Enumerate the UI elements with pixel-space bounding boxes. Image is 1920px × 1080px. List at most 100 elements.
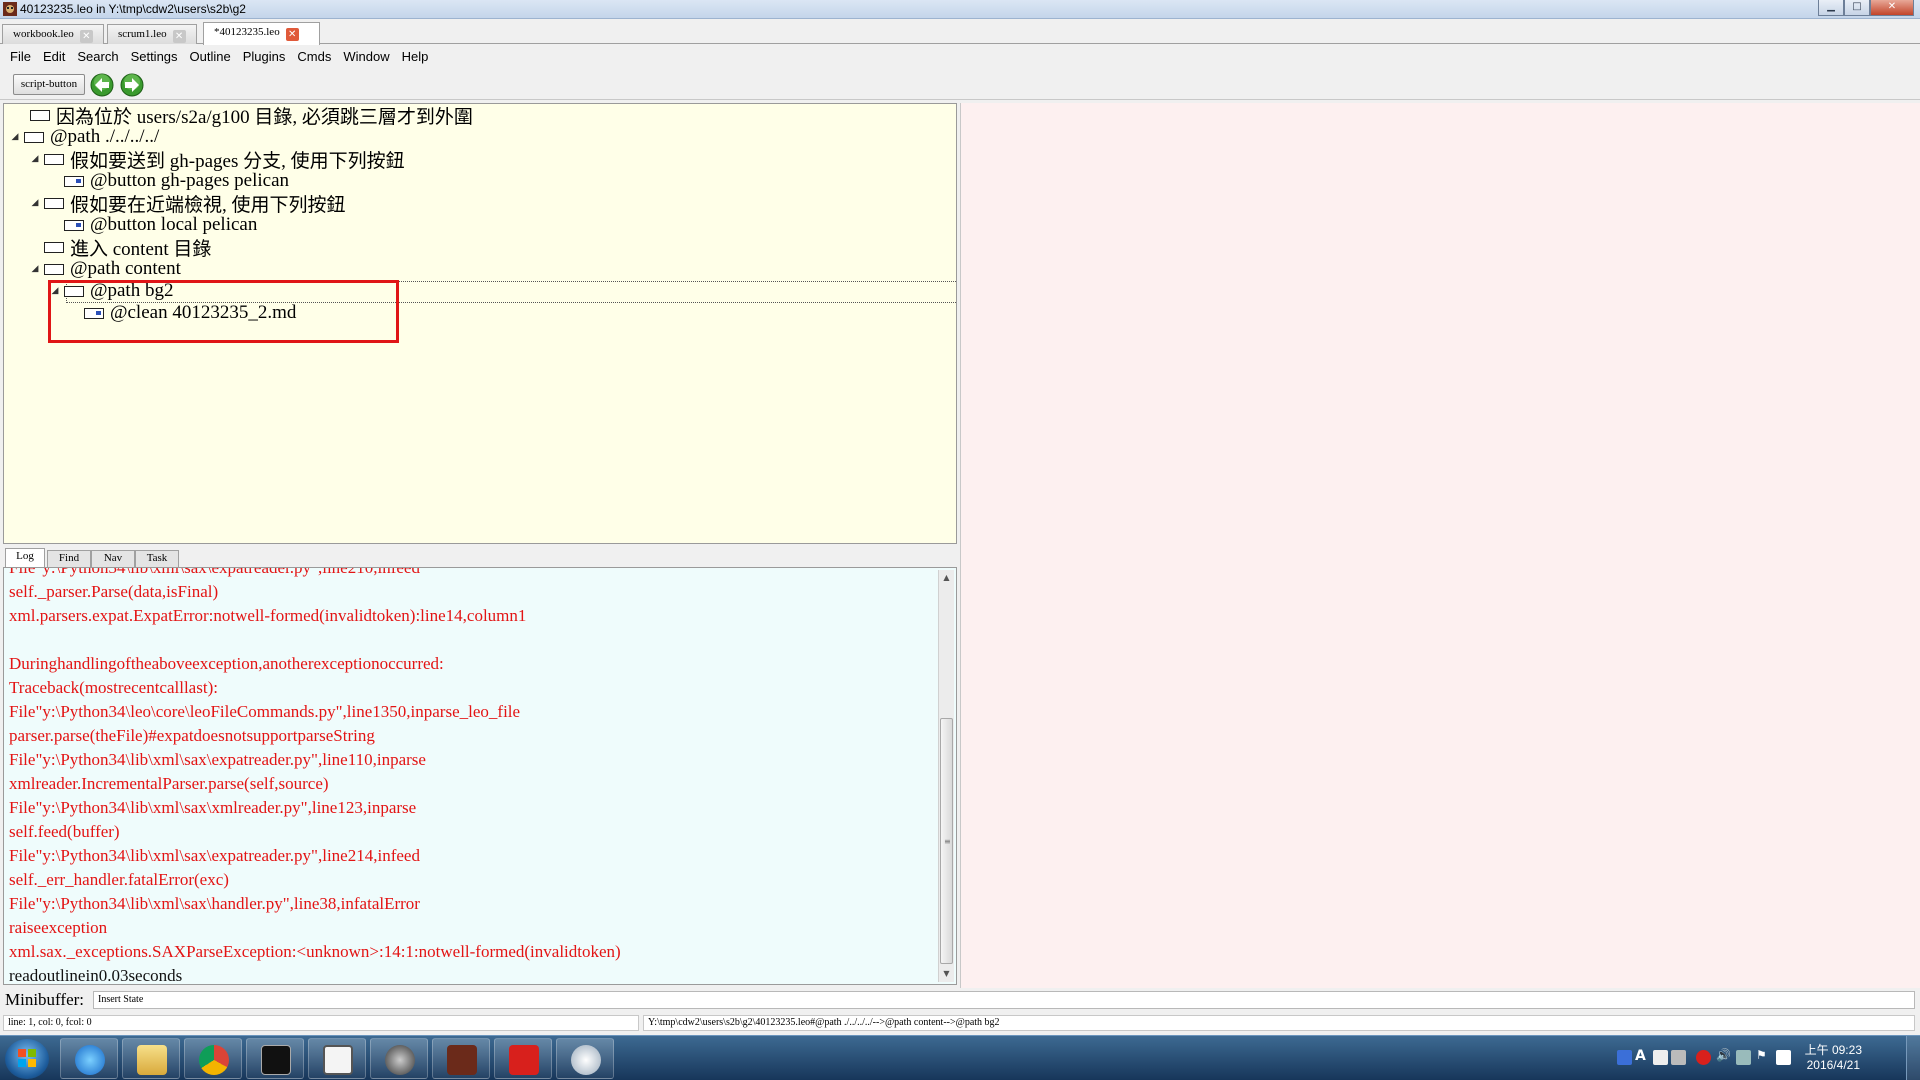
menu-cmds[interactable]: Cmds xyxy=(291,46,337,68)
keyboard-icon[interactable] xyxy=(1671,1050,1686,1065)
volume-icon[interactable]: 🔊 xyxy=(1716,1048,1731,1063)
leo-app-icon xyxy=(447,1045,477,1075)
tab-workbook[interactable]: workbook.leo ✕ xyxy=(2,24,104,44)
tab-close-icon[interactable]: ✕ xyxy=(285,28,299,41)
node-icon xyxy=(24,131,44,143)
tab-close-icon[interactable]: ✕ xyxy=(172,30,186,43)
menu-window[interactable]: Window xyxy=(337,46,395,68)
system-tray: A 🔊 ⚑ xyxy=(1612,1036,1912,1080)
menu-search[interactable]: Search xyxy=(71,46,124,68)
clock-date: 2016/4/21 xyxy=(1806,1058,1860,1072)
menu-file[interactable]: File xyxy=(4,46,37,68)
log-line: File"y:\Python34\leo\core\leoFileCommand… xyxy=(9,702,521,721)
log-line: xml.parsers.expat.ExpatError:notwell-for… xyxy=(9,606,527,625)
chrome-icon xyxy=(199,1045,229,1075)
taskbar-leo-app[interactable] xyxy=(432,1038,490,1079)
avira-tray-icon[interactable] xyxy=(1696,1050,1711,1065)
title-bar: 40123235.leo in Y:\tmp\cdw2\users\s2b\g2… xyxy=(0,0,1920,19)
clock-time: 上午 09:23 xyxy=(1804,1043,1862,1057)
node-icon xyxy=(30,109,50,121)
taskbar-leo[interactable] xyxy=(308,1038,366,1079)
log-line: self._parser.Parse(data,isFinal) xyxy=(9,582,219,601)
log-pane[interactable]: File"y:\Python34\lib\xml\sax\expatreader… xyxy=(3,567,957,985)
scrollbar-thumb[interactable]: ≡ xyxy=(940,718,953,964)
internet-explorer-icon xyxy=(75,1045,105,1075)
node-headline: 進入 content 目錄 xyxy=(70,238,212,260)
tab-task[interactable]: Task xyxy=(135,550,179,567)
log-line: File"y:\Python34\lib\xml\sax\handler.py"… xyxy=(9,894,420,913)
scroll-up-icon[interactable]: ▲ xyxy=(939,570,954,586)
cmd-icon xyxy=(261,1045,291,1075)
outline-node[interactable]: 進入 content 目錄 xyxy=(30,236,212,260)
window-icon[interactable] xyxy=(1653,1050,1668,1065)
taskbar-cmd[interactable] xyxy=(246,1038,304,1079)
menu-edit[interactable]: Edit xyxy=(37,46,71,68)
expand-toggle-icon[interactable]: ◢ xyxy=(30,154,40,164)
tab-label: workbook.leo xyxy=(13,28,74,40)
windows-tray-icon[interactable] xyxy=(1776,1050,1791,1065)
taskbar-paint[interactable] xyxy=(556,1038,614,1079)
log-scrollbar[interactable]: ▲ ≡ ▼ xyxy=(938,570,954,982)
outline-node[interactable]: ◢ @path content xyxy=(30,258,181,280)
clock[interactable]: 上午 09:23 2016/4/21 xyxy=(1805,1043,1862,1073)
taskbar-globe[interactable] xyxy=(370,1038,428,1079)
status-bar: line: 1, col: 0, fcol: 0 Y:\tmp\cdw2\use… xyxy=(0,1013,1920,1033)
status-position: line: 1, col: 0, fcol: 0 xyxy=(3,1015,639,1031)
outline-node[interactable]: ◢ 假如要在近端檢視, 使用下列按鈕 xyxy=(30,192,346,216)
windows-logo-icon xyxy=(18,1049,36,1067)
log-line: File"y:\Python34\lib\xml\sax\expatreader… xyxy=(9,567,420,577)
menu-outline[interactable]: Outline xyxy=(184,46,237,68)
file-explorer-icon xyxy=(137,1045,167,1075)
paint-icon xyxy=(571,1045,601,1075)
taskbar-explorer[interactable] xyxy=(122,1038,180,1079)
minibuffer-input[interactable]: Insert State xyxy=(93,991,1915,1009)
start-button[interactable] xyxy=(5,1039,49,1079)
tab-close-icon[interactable]: ✕ xyxy=(79,30,93,43)
node-headline: 假如要送到 gh-pages 分支, 使用下列按鈕 xyxy=(70,150,405,172)
tab-log[interactable]: Log xyxy=(5,548,45,567)
taskbar: A 🔊 ⚑ 上午 09:23 2016/4/21 xyxy=(0,1035,1920,1080)
leo-editor-icon xyxy=(323,1045,353,1075)
log-line: parser.parse(theFile)#expatdoesnotsuppor… xyxy=(9,726,375,745)
show-desktop-button[interactable] xyxy=(1906,1036,1920,1080)
node-headline: 因為位於 users/s2a/g100 目錄, 必須跳三層才到外圍 xyxy=(56,106,473,128)
tab-nav[interactable]: Nav xyxy=(91,550,135,567)
menu-plugins[interactable]: Plugins xyxy=(237,46,292,68)
taskbar-ie[interactable] xyxy=(60,1038,118,1079)
outline-node[interactable]: ◢ 假如要送到 gh-pages 分支, 使用下列按鈕 xyxy=(30,148,405,172)
expand-toggle-icon[interactable]: ◢ xyxy=(30,198,40,208)
forward-arrow-icon[interactable] xyxy=(120,73,144,97)
node-icon xyxy=(44,241,64,253)
script-button[interactable]: script-button xyxy=(13,74,85,95)
node-icon xyxy=(44,197,64,209)
menu-settings[interactable]: Settings xyxy=(125,46,184,68)
close-button[interactable]: ✕ xyxy=(1870,0,1914,16)
minimize-button[interactable]: ▁ xyxy=(1818,0,1844,16)
menu-bar: File Edit Search Settings Outline Plugin… xyxy=(0,46,1920,68)
tab-scrum1[interactable]: scrum1.leo ✕ xyxy=(107,24,197,44)
outline-node[interactable]: 因為位於 users/s2a/g100 目錄, 必須跳三層才到外圍 xyxy=(16,104,473,128)
menu-help[interactable]: Help xyxy=(396,46,435,68)
tab-40123235[interactable]: *40123235.leo ✕ xyxy=(203,22,320,45)
log-line: readoutlinein0.03seconds xyxy=(9,966,183,985)
back-arrow-icon[interactable] xyxy=(90,73,114,97)
ime-icon[interactable] xyxy=(1617,1050,1632,1065)
network-icon[interactable] xyxy=(1736,1050,1751,1065)
document-tabs: workbook.leo ✕ scrum1.leo ✕ *40123235.leo ✕ xyxy=(0,20,1920,45)
ime-mode-indicator[interactable]: A xyxy=(1635,1048,1650,1064)
taskbar-avira[interactable] xyxy=(494,1038,552,1079)
taskbar-chrome[interactable] xyxy=(184,1038,242,1079)
tab-label: scrum1.leo xyxy=(118,28,167,40)
tab-find[interactable]: Find xyxy=(47,550,91,567)
expand-toggle-icon[interactable]: ◢ xyxy=(30,264,40,274)
maximize-button[interactable]: □ xyxy=(1844,0,1870,16)
expand-toggle-icon[interactable]: ◢ xyxy=(10,132,20,142)
body-editor-pane[interactable] xyxy=(960,103,1920,988)
log-line: xml.sax._exceptions.SAXParseException:<u… xyxy=(9,942,621,961)
scroll-down-icon[interactable]: ▼ xyxy=(939,966,954,982)
flag-icon[interactable]: ⚑ xyxy=(1756,1048,1771,1063)
outline-pane[interactable]: 因為位於 users/s2a/g100 目錄, 必須跳三層才到外圍 ◢ @pat… xyxy=(3,103,957,544)
avira-icon xyxy=(509,1045,539,1075)
log-line: Duringhandlingoftheaboveexception,anothe… xyxy=(9,654,444,673)
